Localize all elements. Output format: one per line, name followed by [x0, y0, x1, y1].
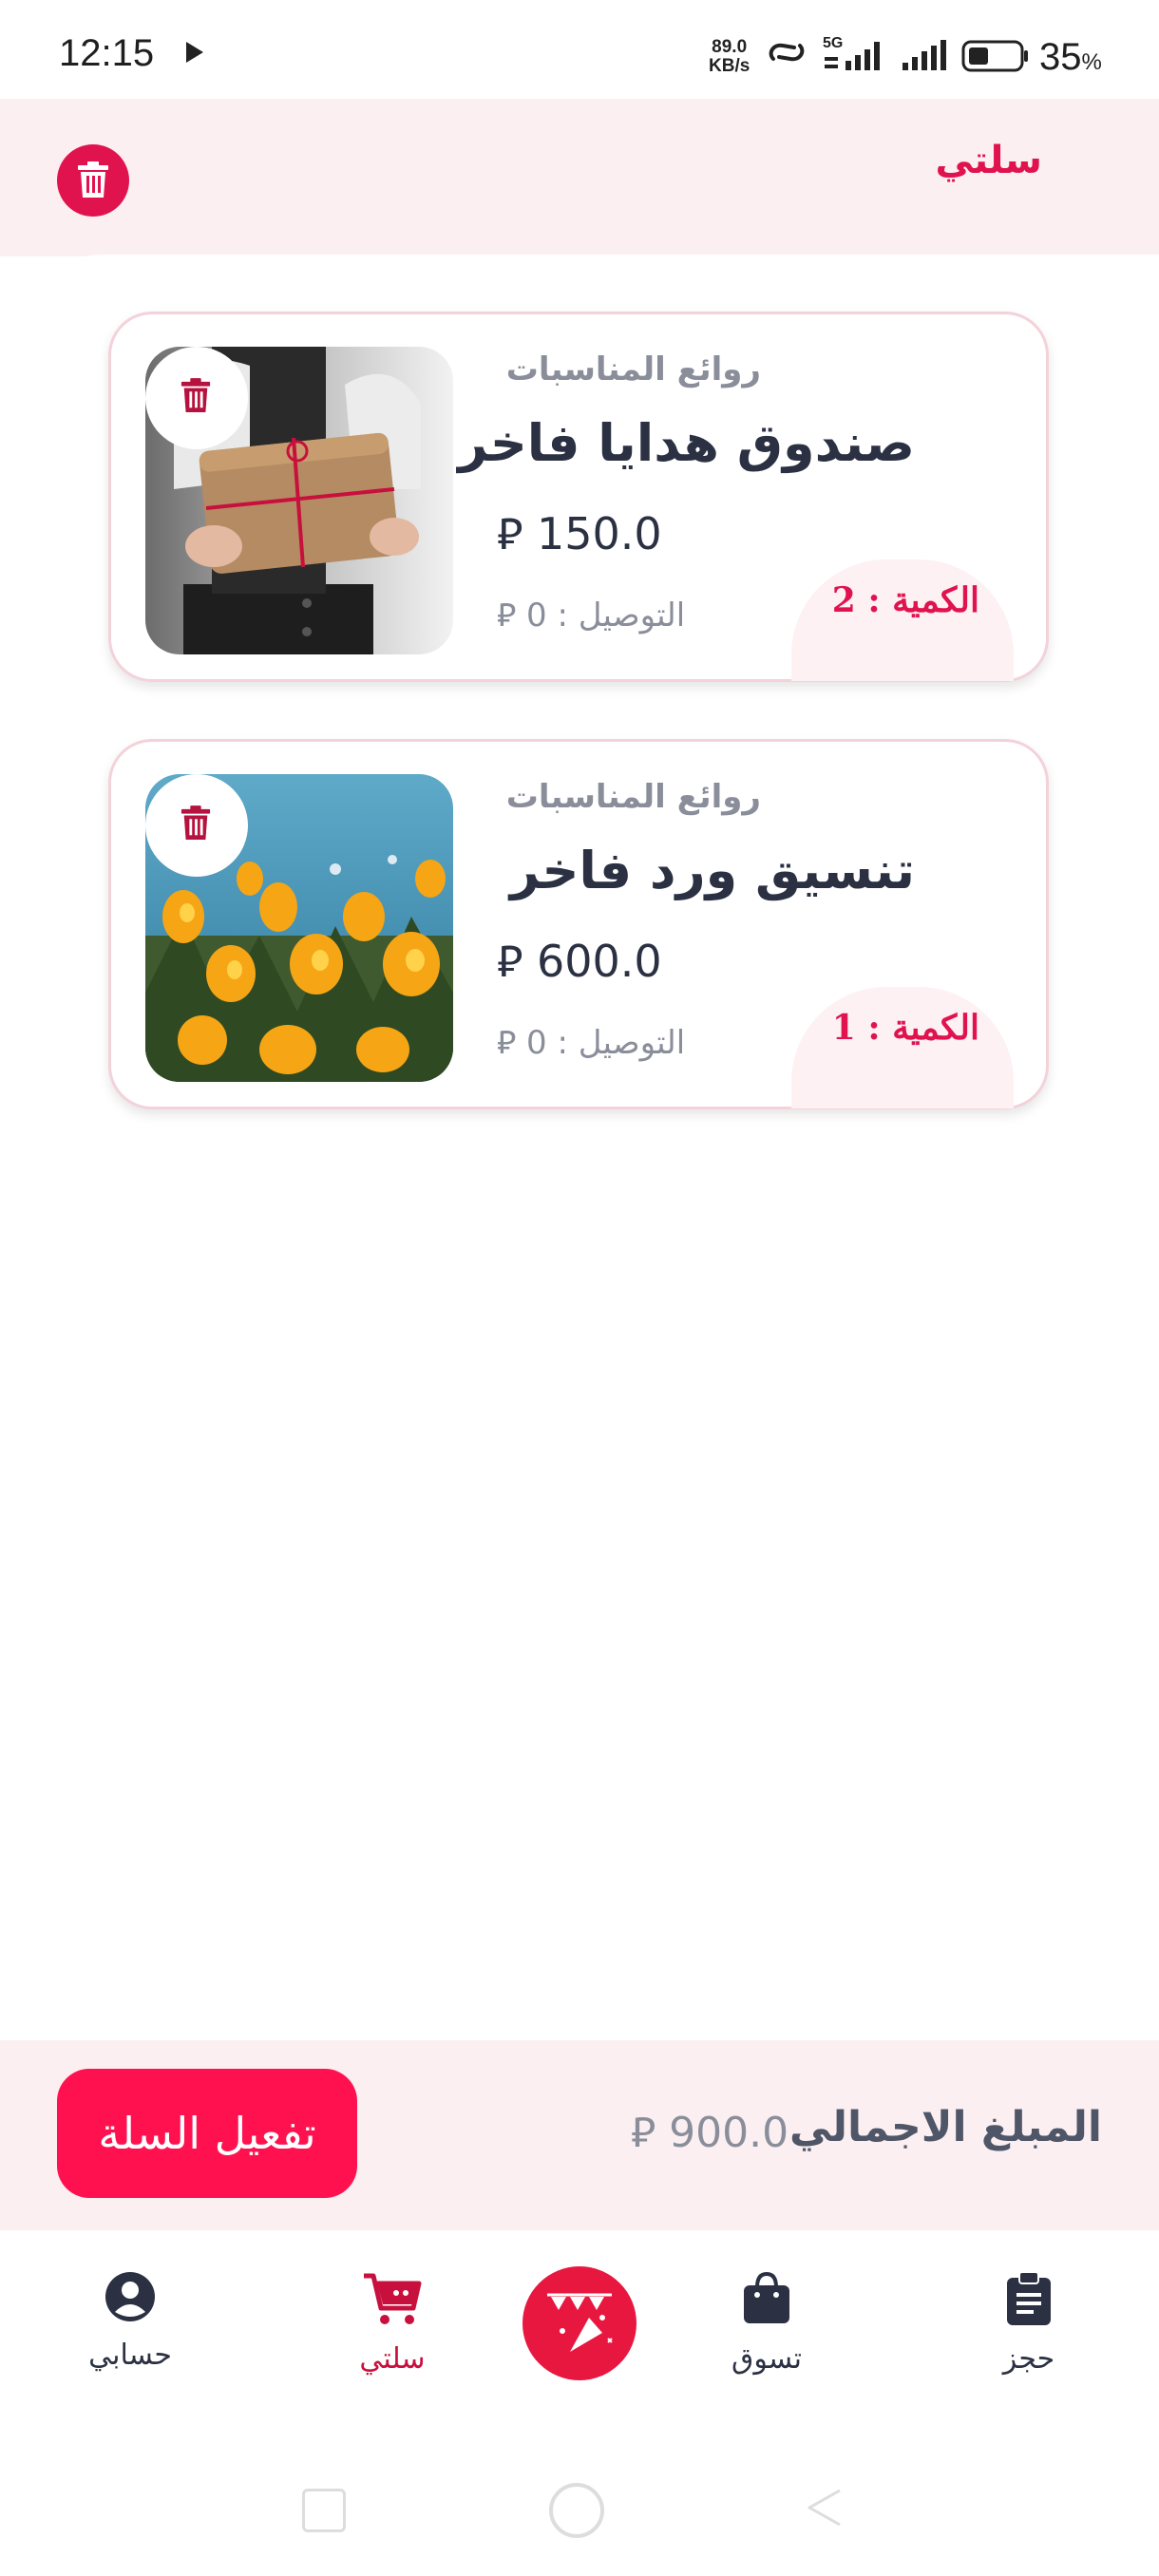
hotspot-link-icon [769, 43, 805, 62]
network-speed-value: 89.0 [712, 37, 748, 57]
nav-item-booking[interactable]: حجز [958, 2270, 1100, 2376]
item-delivery-text: التوصيل : 0 [526, 597, 686, 635]
celebration-icon [547, 2293, 613, 2352]
network-speed-unit: KB/s [709, 56, 750, 76]
item-delivery: ⃁ التوصيل : 0 [497, 1021, 685, 1063]
nav-label: حجز [1002, 2342, 1055, 2376]
currency-symbol: ⃁ [497, 936, 523, 987]
total-amount: ⃁ 900.0 [631, 2105, 788, 2159]
nav-item-account[interactable]: حسابي [59, 2270, 201, 2372]
item-delivery: ⃁ التوصيل : 0 [497, 594, 685, 635]
trash-icon [180, 378, 211, 412]
battery-icon [961, 40, 1028, 72]
item-price: ⃁ 600.0 [497, 932, 662, 989]
currency-symbol: ⃁ [497, 1024, 517, 1062]
trash-icon [78, 161, 108, 198]
signal-icon [902, 40, 946, 70]
network-speed: 89.0 KB/s [709, 38, 750, 76]
currency-symbol: ⃁ [497, 508, 523, 559]
item-price-value: 150.0 [536, 508, 662, 559]
battery-percent: 35% [1039, 36, 1102, 79]
remove-item-button[interactable] [145, 347, 248, 449]
currency-symbol: ⃁ [631, 2109, 656, 2157]
trash-icon [180, 805, 211, 840]
total-label: المبلغ الاجمالي [788, 2103, 1102, 2151]
battery-percent-value: 35 [1039, 36, 1082, 78]
recent-apps-button[interactable] [302, 2489, 346, 2532]
play-store-notification-icon [186, 42, 203, 63]
activate-cart-button[interactable]: تفعيل السلة [57, 2069, 357, 2198]
total-amount-value: 900.0 [669, 2109, 789, 2157]
nav-item-shop[interactable]: تسوق [695, 2270, 838, 2376]
item-price: ⃁ 150.0 [497, 504, 662, 561]
back-button[interactable] [806, 2487, 844, 2529]
remove-item-button[interactable] [145, 774, 248, 877]
status-time: 12:15 [59, 32, 155, 74]
cart-icon [364, 2273, 422, 2324]
shopping-bag-icon [744, 2271, 789, 2323]
currency-symbol: ⃁ [497, 597, 517, 635]
home-button[interactable] [549, 2483, 604, 2538]
page-title: سلتي [935, 139, 1042, 182]
status-bar: 12:15 89.0 KB/s 5G 35% [0, 0, 1159, 99]
cart-item-card[interactable]: روائع المناسبات تنسيق ورد فاخر الكمية : … [108, 739, 1049, 1109]
booking-clipboard-icon [1007, 2271, 1051, 2325]
item-price-value: 600.0 [536, 936, 662, 987]
account-icon [105, 2272, 155, 2321]
nav-label: سلتي [359, 2342, 426, 2376]
nav-label: حسابي [88, 2339, 172, 2372]
nav-item-cart[interactable]: سلتي [321, 2270, 464, 2376]
cart-item-card[interactable]: روائع المناسبات صندوق هدايا فاخر الكمية … [108, 312, 1049, 682]
clear-cart-button[interactable] [57, 144, 129, 217]
nav-item-celebrations[interactable] [522, 2266, 636, 2380]
item-delivery-text: التوصيل : 0 [526, 1024, 686, 1062]
network-type-label: 5G [823, 35, 843, 51]
battery-percent-symbol: % [1081, 49, 1102, 75]
nav-label: تسوق [732, 2342, 802, 2376]
signal-5g-icon: 5G [823, 35, 880, 70]
